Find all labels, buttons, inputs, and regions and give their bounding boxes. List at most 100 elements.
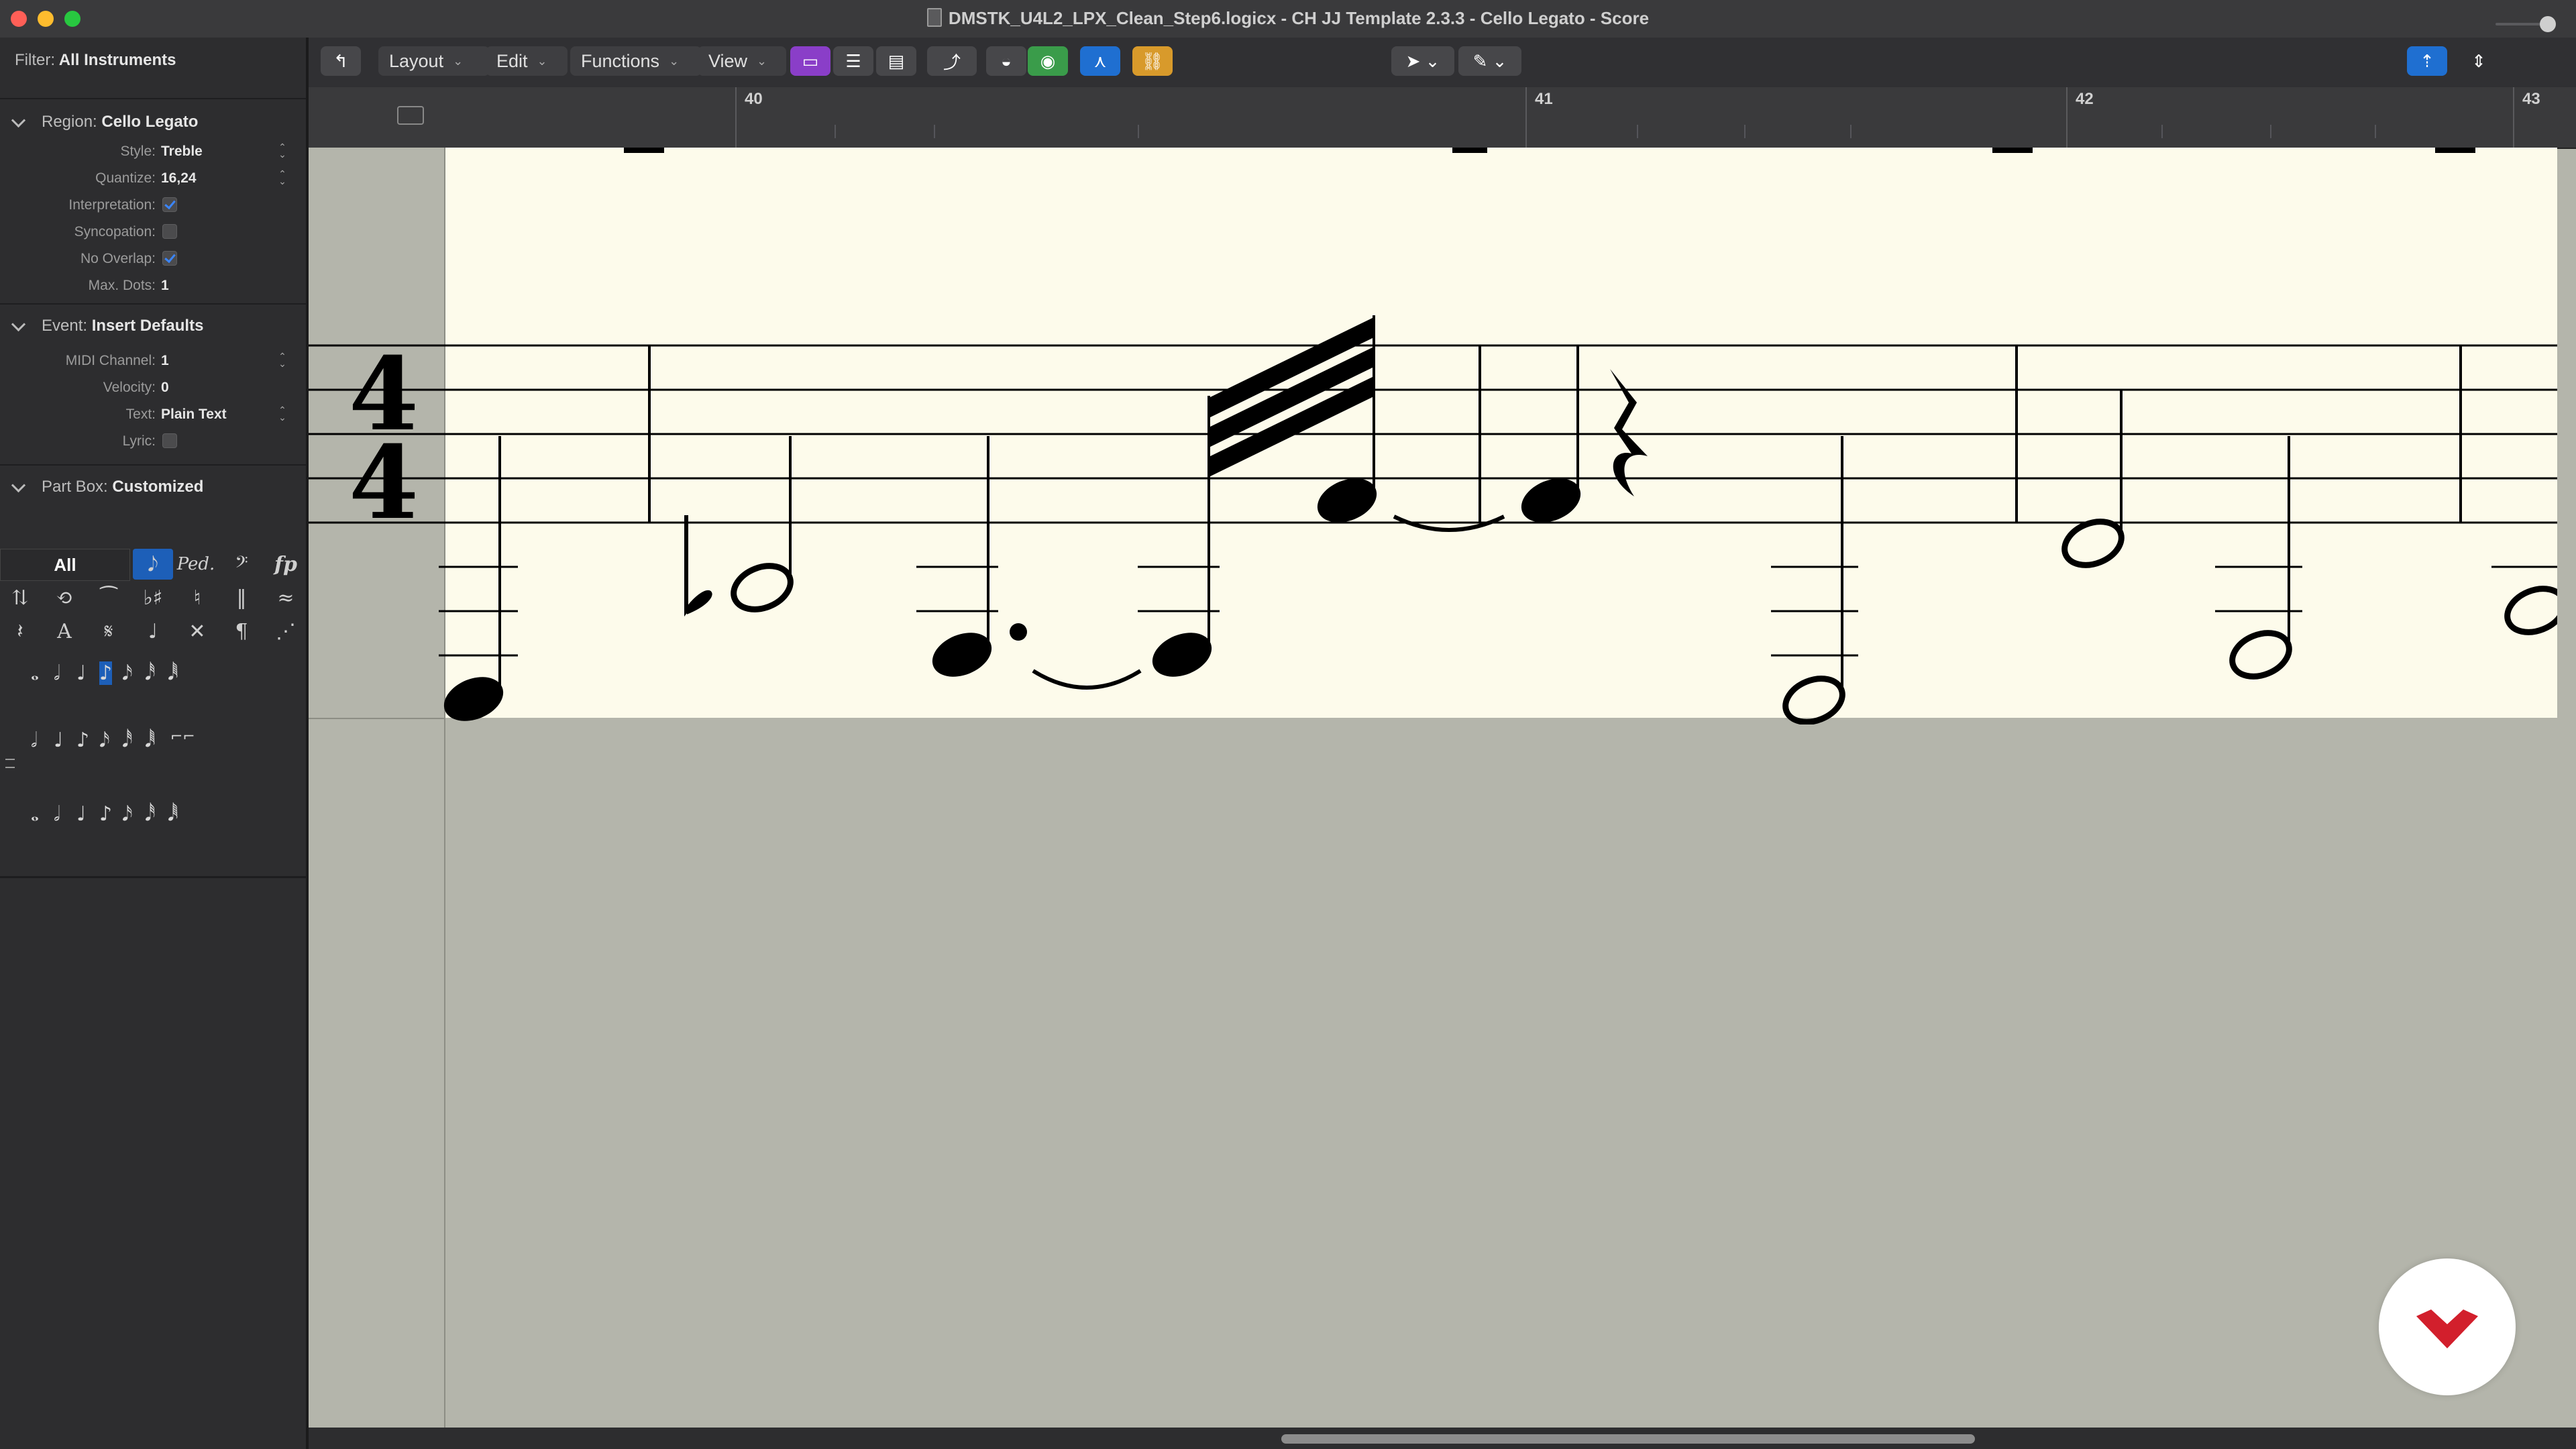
note-half-ledger[interactable] bbox=[2226, 436, 2296, 684]
triplet-thirty-second-note-icon[interactable]: 𝅘𝅥𝅰 bbox=[122, 729, 133, 752]
hierarchy-up-button[interactable]: ↰ bbox=[321, 46, 361, 76]
text-group-icon[interactable]: A bbox=[44, 616, 85, 647]
pointer-tool-button[interactable]: ➤ ⌄ bbox=[1391, 46, 1454, 76]
layout-menu[interactable]: Layout ⌄ bbox=[378, 46, 490, 76]
text-param[interactable]: Text: Plain Text ⌃ ⌄ bbox=[0, 402, 306, 427]
chevron-down-icon bbox=[11, 113, 26, 128]
syncopation-checkbox[interactable] bbox=[162, 224, 177, 239]
beat-tick bbox=[1138, 125, 1139, 138]
grace-whole-note-icon[interactable]: 𝅝 bbox=[31, 802, 39, 826]
triplet-quarter-note-icon[interactable]: ♩ bbox=[54, 729, 63, 752]
interpretation-checkbox[interactable] bbox=[162, 197, 177, 212]
max-dots-param[interactable]: Max. Dots: 1 bbox=[0, 274, 306, 298]
ornament-group-icon[interactable]: ✕ bbox=[177, 616, 217, 647]
rest-group-icon[interactable]: 𝄽 bbox=[0, 616, 40, 647]
thirty-second-note-icon[interactable]: 𝅘𝅥𝅰 bbox=[145, 661, 156, 685]
max-dots-label: Max. Dots: bbox=[88, 278, 156, 293]
part-box-all-button[interactable]: All bbox=[0, 549, 130, 581]
velocity-value: 0 bbox=[161, 380, 169, 395]
sixty-fourth-note-icon[interactable]: 𝅘𝅥𝅱 bbox=[168, 661, 178, 685]
accidentals-group-icon[interactable]: ♭♯ bbox=[133, 582, 173, 613]
pedal-group-icon[interactable]: Ped. bbox=[176, 549, 216, 580]
beam-group-icon[interactable]: ♩ bbox=[133, 616, 173, 647]
vertical-zoom-button[interactable]: ⇡ bbox=[2407, 46, 2447, 76]
triplet-half-note-icon[interactable]: 𝅗𝅥 bbox=[31, 729, 38, 752]
page-view-button[interactable]: ▭ bbox=[790, 46, 830, 76]
style-param[interactable]: Style: Treble ⌃ ⌄ bbox=[0, 140, 306, 164]
clefs-group-icon[interactable]: ⇅ bbox=[0, 582, 40, 613]
quantize-param[interactable]: Quantize: 16,24 ⌃ ⌄ bbox=[0, 166, 306, 191]
part-box-section-header[interactable]: Part Box: Customized bbox=[0, 464, 306, 504]
eighth-note-icon[interactable]: ♪ bbox=[99, 661, 113, 685]
paragraph-group-icon[interactable]: ¶ bbox=[221, 616, 262, 647]
bar-ruler[interactable]: 40 41 42 43 bbox=[445, 87, 2576, 149]
zoom-icon-button[interactable]: ⇕ bbox=[2462, 46, 2496, 76]
grace-eighth-note-icon[interactable]: ♪ bbox=[99, 802, 112, 826]
grace-quarter-note-icon[interactable]: ♩ bbox=[76, 802, 86, 826]
catch-button[interactable]: ◒ bbox=[986, 46, 1026, 76]
note-half-partial[interactable] bbox=[2501, 581, 2557, 641]
grace-sixty-fourth-note-icon[interactable]: 𝅘𝅥𝅱 bbox=[168, 802, 178, 826]
articulation-group-icon[interactable]: ♮ bbox=[177, 582, 217, 613]
filter-row[interactable]: Filter: All Instruments bbox=[15, 51, 321, 70]
sixteenth-note-icon[interactable]: 𝅘𝅥𝅯 bbox=[122, 661, 133, 685]
pencil-tool-button[interactable]: ✎ ⌄ bbox=[1458, 46, 1521, 76]
region-section-header[interactable]: Region: Cello Legato bbox=[0, 98, 306, 140]
link-button[interactable]: ⛓ bbox=[1132, 46, 1173, 76]
quantize-stepper-icon[interactable]: ⌃ ⌄ bbox=[278, 169, 287, 186]
slur-group-icon[interactable]: ⁀ bbox=[89, 582, 129, 613]
functions-menu[interactable]: Functions ⌄ bbox=[570, 46, 702, 76]
grace-sixteenth-note-icon[interactable]: 𝅘𝅥𝅯 bbox=[122, 802, 133, 826]
no-overlap-checkbox[interactable] bbox=[162, 251, 177, 266]
quantize-mode-button[interactable]: ⋏ bbox=[1080, 46, 1120, 76]
score-staff[interactable]: 4 4 bbox=[309, 148, 2557, 724]
midi-thru-button[interactable]: ⤴ bbox=[927, 46, 977, 76]
barline-group-icon[interactable]: ‖ bbox=[221, 582, 262, 613]
tuplet-bracket-icon[interactable]: ⌐⌐ bbox=[170, 729, 195, 745]
print-view-button[interactable]: ▤ bbox=[876, 46, 916, 76]
playhead-catch-button[interactable]: ◉ bbox=[1028, 46, 1068, 76]
repeat-group-icon[interactable]: ⟲ bbox=[44, 582, 85, 613]
part-box-notes: 𝅝 𝅗𝅥 ♩ ♪ 𝅘𝅥𝅯 𝅘𝅥𝅰 𝅘𝅥𝅱 𝅗𝅥 ♩ ♪ 𝅘𝅥𝅯 𝅘𝅥𝅰 𝅘𝅥𝅱 … bbox=[27, 661, 228, 876]
half-note-icon[interactable]: 𝅗𝅥 bbox=[54, 661, 60, 685]
edit-menu[interactable]: Edit ⌄ bbox=[486, 46, 568, 76]
velocity-label: Velocity: bbox=[103, 380, 156, 395]
add-staff-button[interactable] bbox=[397, 106, 424, 125]
bar-number-40: 40 bbox=[745, 90, 763, 108]
horizontal-scrollbar-thumb[interactable] bbox=[1281, 1434, 1975, 1444]
note-quarter-tied[interactable] bbox=[1515, 345, 1587, 531]
triplet-sixty-fourth-note-icon[interactable]: 𝅘𝅥𝅱 bbox=[145, 729, 156, 752]
part-box-resize-handle[interactable] bbox=[5, 759, 15, 768]
zoom-slider-knob[interactable] bbox=[2540, 16, 2556, 32]
notes-group-icon[interactable]: 𝅘𝅥𝅮 bbox=[133, 549, 173, 580]
note-half-mid[interactable] bbox=[2058, 390, 2128, 573]
view-menu[interactable]: View ⌄ bbox=[698, 46, 786, 76]
note-half-flat[interactable] bbox=[684, 436, 797, 617]
whole-note-icon[interactable]: 𝅝 bbox=[31, 661, 39, 685]
chevron-down-icon: ⌄ bbox=[669, 54, 680, 68]
chord-group-icon[interactable]: ⋰ bbox=[266, 616, 306, 647]
style-value: Treble bbox=[161, 144, 203, 159]
chevron-down-icon: ⌄ bbox=[453, 54, 464, 68]
grace-thirty-second-note-icon[interactable]: 𝅘𝅥𝅰 bbox=[145, 802, 156, 826]
style-stepper-icon[interactable]: ⌃ ⌄ bbox=[278, 142, 287, 159]
midi-channel-stepper-icon[interactable]: ⌃ ⌄ bbox=[278, 352, 287, 368]
quarter-note-icon[interactable]: ♩ bbox=[76, 661, 86, 685]
note-tremolo[interactable] bbox=[1146, 396, 1218, 685]
velocity-param[interactable]: Velocity: 0 bbox=[0, 376, 306, 400]
midi-icon: ⤴ bbox=[943, 52, 961, 72]
wrap-view-button[interactable]: ☰ bbox=[833, 46, 873, 76]
clef-group-icon[interactable]: 𝄢 bbox=[221, 549, 262, 580]
midi-channel-param[interactable]: MIDI Channel: 1 ⌃ ⌄ bbox=[0, 349, 306, 373]
trill-group-icon[interactable]: ≈ bbox=[266, 582, 306, 613]
segno-group-icon[interactable]: 𝄋 bbox=[89, 616, 129, 647]
triplet-sixteenth-note-icon[interactable]: 𝅘𝅥𝅯 bbox=[99, 729, 110, 752]
dynamics-group-icon[interactable]: fp bbox=[266, 549, 306, 580]
time-signature-bottom[interactable]: 4 bbox=[349, 424, 419, 542]
text-stepper-icon[interactable]: ⌃ ⌄ bbox=[278, 405, 287, 422]
note-dotted-quarter[interactable] bbox=[926, 436, 1142, 690]
lyric-checkbox[interactable] bbox=[162, 433, 177, 448]
event-section-header[interactable]: Event: Insert Defaults bbox=[0, 303, 306, 343]
triplet-eighth-note-icon[interactable]: ♪ bbox=[76, 729, 89, 752]
grace-half-note-icon[interactable]: 𝅗𝅥 bbox=[54, 802, 60, 826]
